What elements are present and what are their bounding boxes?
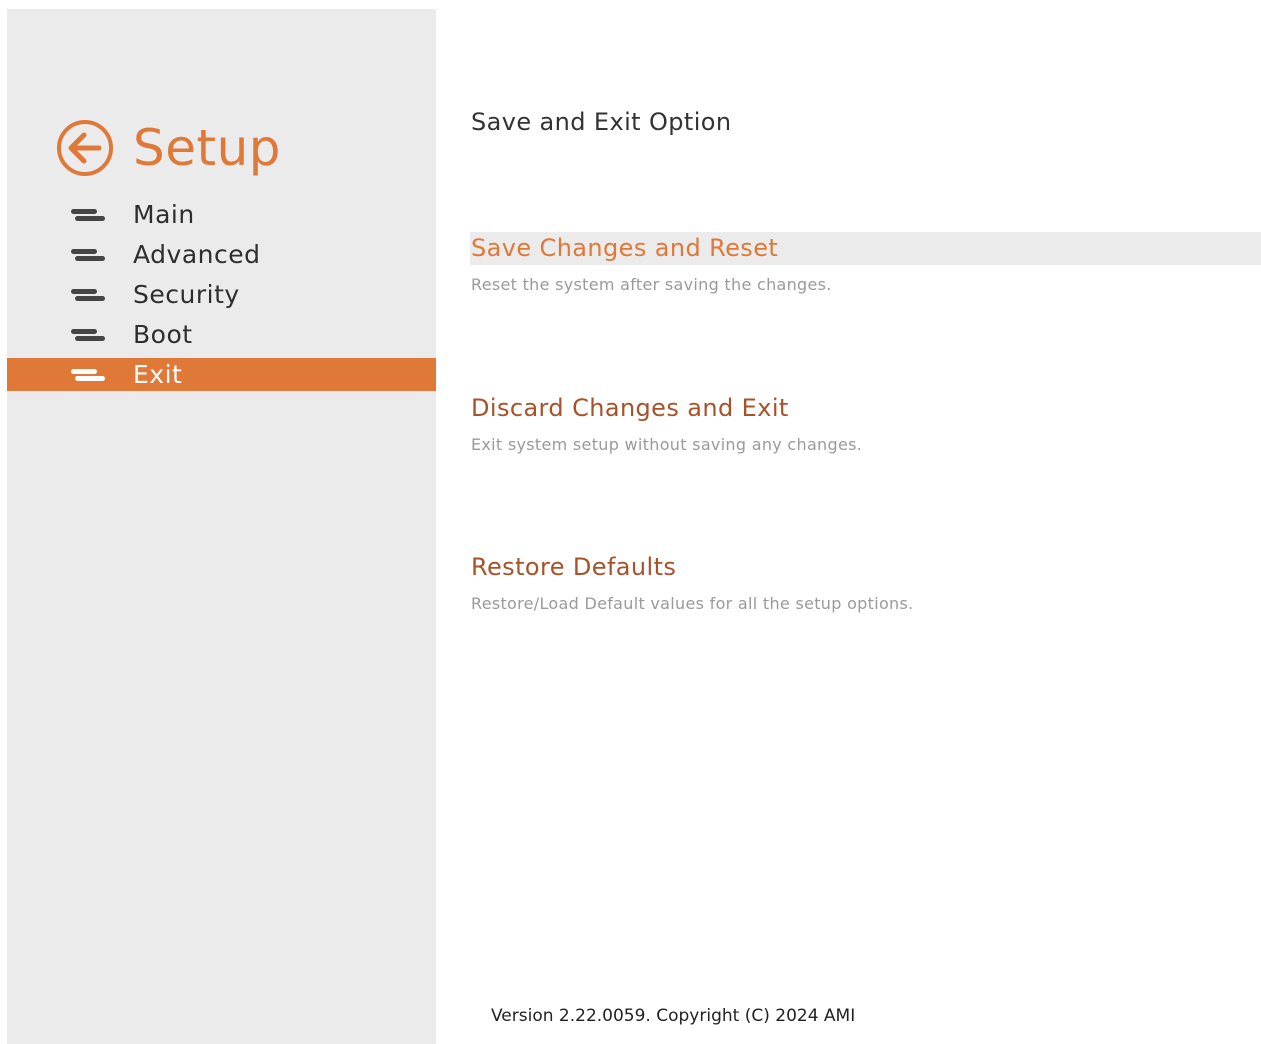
setup-title: Setup <box>133 119 282 177</box>
option-title[interactable]: Save Changes and Reset <box>470 232 1261 265</box>
sidebar-item-boot[interactable]: Boot <box>7 318 436 351</box>
sidebar: Setup Main Advanced Security Boot Exit <box>7 9 436 1044</box>
option-save-changes-and-reset[interactable]: Save Changes and Reset Reset the system … <box>470 232 1261 294</box>
option-description: Exit system setup without saving any cha… <box>471 435 863 454</box>
sidebar-item-advanced[interactable]: Advanced <box>7 238 436 271</box>
sidebar-item-security[interactable]: Security <box>7 278 436 311</box>
option-discard-changes-and-exit[interactable]: Discard Changes and Exit Exit system set… <box>470 392 1261 454</box>
setup-header: Setup <box>55 113 281 183</box>
main-panel: Save and Exit Option Save Changes and Re… <box>436 0 1261 1044</box>
menu-lines-icon <box>71 329 105 341</box>
version-footer: Version 2.22.0059. Copyright (C) 2024 AM… <box>491 1006 856 1026</box>
option-description: Restore/Load Default values for all the … <box>471 594 914 613</box>
menu-lines-icon <box>71 369 105 381</box>
menu-lines-icon <box>71 209 105 221</box>
sidebar-nav: Main Advanced Security Boot Exit <box>7 198 436 398</box>
menu-lines-icon <box>71 289 105 301</box>
menu-lines-icon <box>71 249 105 261</box>
sidebar-item-main[interactable]: Main <box>7 198 436 231</box>
option-title[interactable]: Discard Changes and Exit <box>470 392 1261 425</box>
sidebar-item-label: Main <box>133 200 195 229</box>
option-title[interactable]: Restore Defaults <box>470 551 1261 584</box>
page-title: Save and Exit Option <box>471 108 732 136</box>
option-description: Reset the system after saving the change… <box>471 275 832 294</box>
sidebar-item-exit[interactable]: Exit <box>7 358 436 391</box>
sidebar-item-label: Security <box>133 280 240 309</box>
sidebar-item-label: Boot <box>133 320 193 349</box>
sidebar-item-label: Advanced <box>133 240 261 269</box>
option-restore-defaults[interactable]: Restore Defaults Restore/Load Default va… <box>470 551 1261 613</box>
sidebar-item-label: Exit <box>133 360 183 389</box>
back-arrow-circle-icon[interactable] <box>55 118 115 178</box>
